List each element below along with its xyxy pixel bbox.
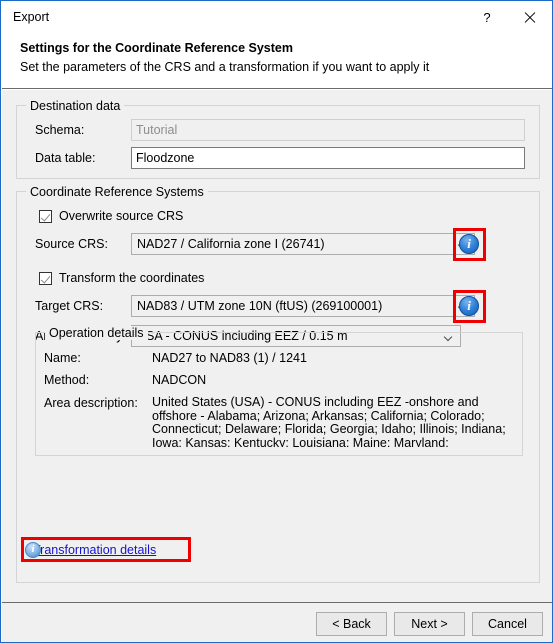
overwrite-source-crs-checkbox[interactable] [39, 209, 52, 223]
window-title: Export [13, 10, 50, 24]
page-subtitle: Set the parameters of the CRS and a tran… [20, 60, 430, 74]
source-crs-info-icon[interactable]: i [459, 234, 479, 254]
target-crs-label: Target CRS: [35, 299, 104, 313]
target-crs-combo[interactable]: NAD83 / UTM zone 10N (ftUS) (269100001) [131, 295, 475, 317]
target-crs-info-icon[interactable]: i [459, 296, 479, 316]
dialog-body: Destination data Schema: Tutorial Data t… [2, 90, 552, 602]
source-crs-label: Source CRS: [35, 237, 108, 251]
transformation-details-row[interactable]: i Transformation details [25, 542, 156, 558]
operation-name-value: NAD27 to NAD83 (1) / 1241 [152, 351, 307, 365]
target-crs-value: NAD83 / UTM zone 10N (ftUS) (269100001) [137, 299, 383, 313]
page-title: Settings for the Coordinate Reference Sy… [20, 41, 293, 55]
next-button[interactable]: Next > [394, 612, 465, 636]
operation-area-description-label: Area description: [44, 396, 138, 410]
operation-method-value: NADCON [152, 373, 207, 387]
overwrite-source-crs-checkbox-row[interactable]: Overwrite source CRS [39, 209, 183, 223]
operation-details-legend: Operation details [45, 326, 148, 340]
transform-coordinates-checkbox-row[interactable]: Transform the coordinates [39, 271, 204, 285]
question-mark-icon: ? [483, 9, 491, 25]
overwrite-source-crs-label: Overwrite source CRS [59, 209, 184, 223]
operation-method-label: Method: [44, 373, 90, 387]
operation-details-group: Operation details Name: NAD27 to NAD83 (… [35, 326, 523, 456]
transformation-details-info-icon: i [25, 542, 41, 558]
source-crs-combo[interactable]: NAD27 / California zone I (26741) [131, 233, 475, 255]
source-crs-value: NAD27 / California zone I (26741) [137, 237, 325, 251]
operation-name-label: Name: [44, 351, 81, 365]
transform-coordinates-label: Transform the coordinates [59, 271, 205, 285]
data-table-label: Data table: [35, 151, 96, 165]
help-button[interactable]: ? [466, 2, 508, 32]
close-button[interactable] [508, 2, 550, 32]
title-bar: Export ? [2, 2, 552, 32]
back-button[interactable]: < Back [316, 612, 387, 636]
schema-field: Tutorial [131, 119, 525, 141]
schema-label: Schema: [35, 123, 85, 137]
export-dialog-window: Export ? Settings for the Coordinate Ref… [0, 0, 553, 643]
dialog-footer: < Back Next > Cancel [2, 602, 552, 642]
coordinate-reference-systems-group: Coordinate Reference Systems Overwrite s… [16, 185, 540, 583]
close-icon [523, 11, 536, 24]
destination-data-legend: Destination data [26, 99, 125, 113]
cancel-button[interactable]: Cancel [472, 612, 543, 636]
transform-coordinates-checkbox[interactable] [39, 271, 52, 285]
transformation-details-link[interactable]: Transformation details [33, 543, 156, 557]
data-table-input[interactable]: Floodzone [131, 147, 525, 169]
operation-area-description-value: United States (USA) - CONUS including EE… [152, 396, 506, 447]
destination-data-group: Destination data Schema: Tutorial Data t… [16, 99, 540, 179]
crs-group-legend: Coordinate Reference Systems [26, 185, 208, 199]
dialog-header: Settings for the Coordinate Reference Sy… [2, 32, 552, 89]
